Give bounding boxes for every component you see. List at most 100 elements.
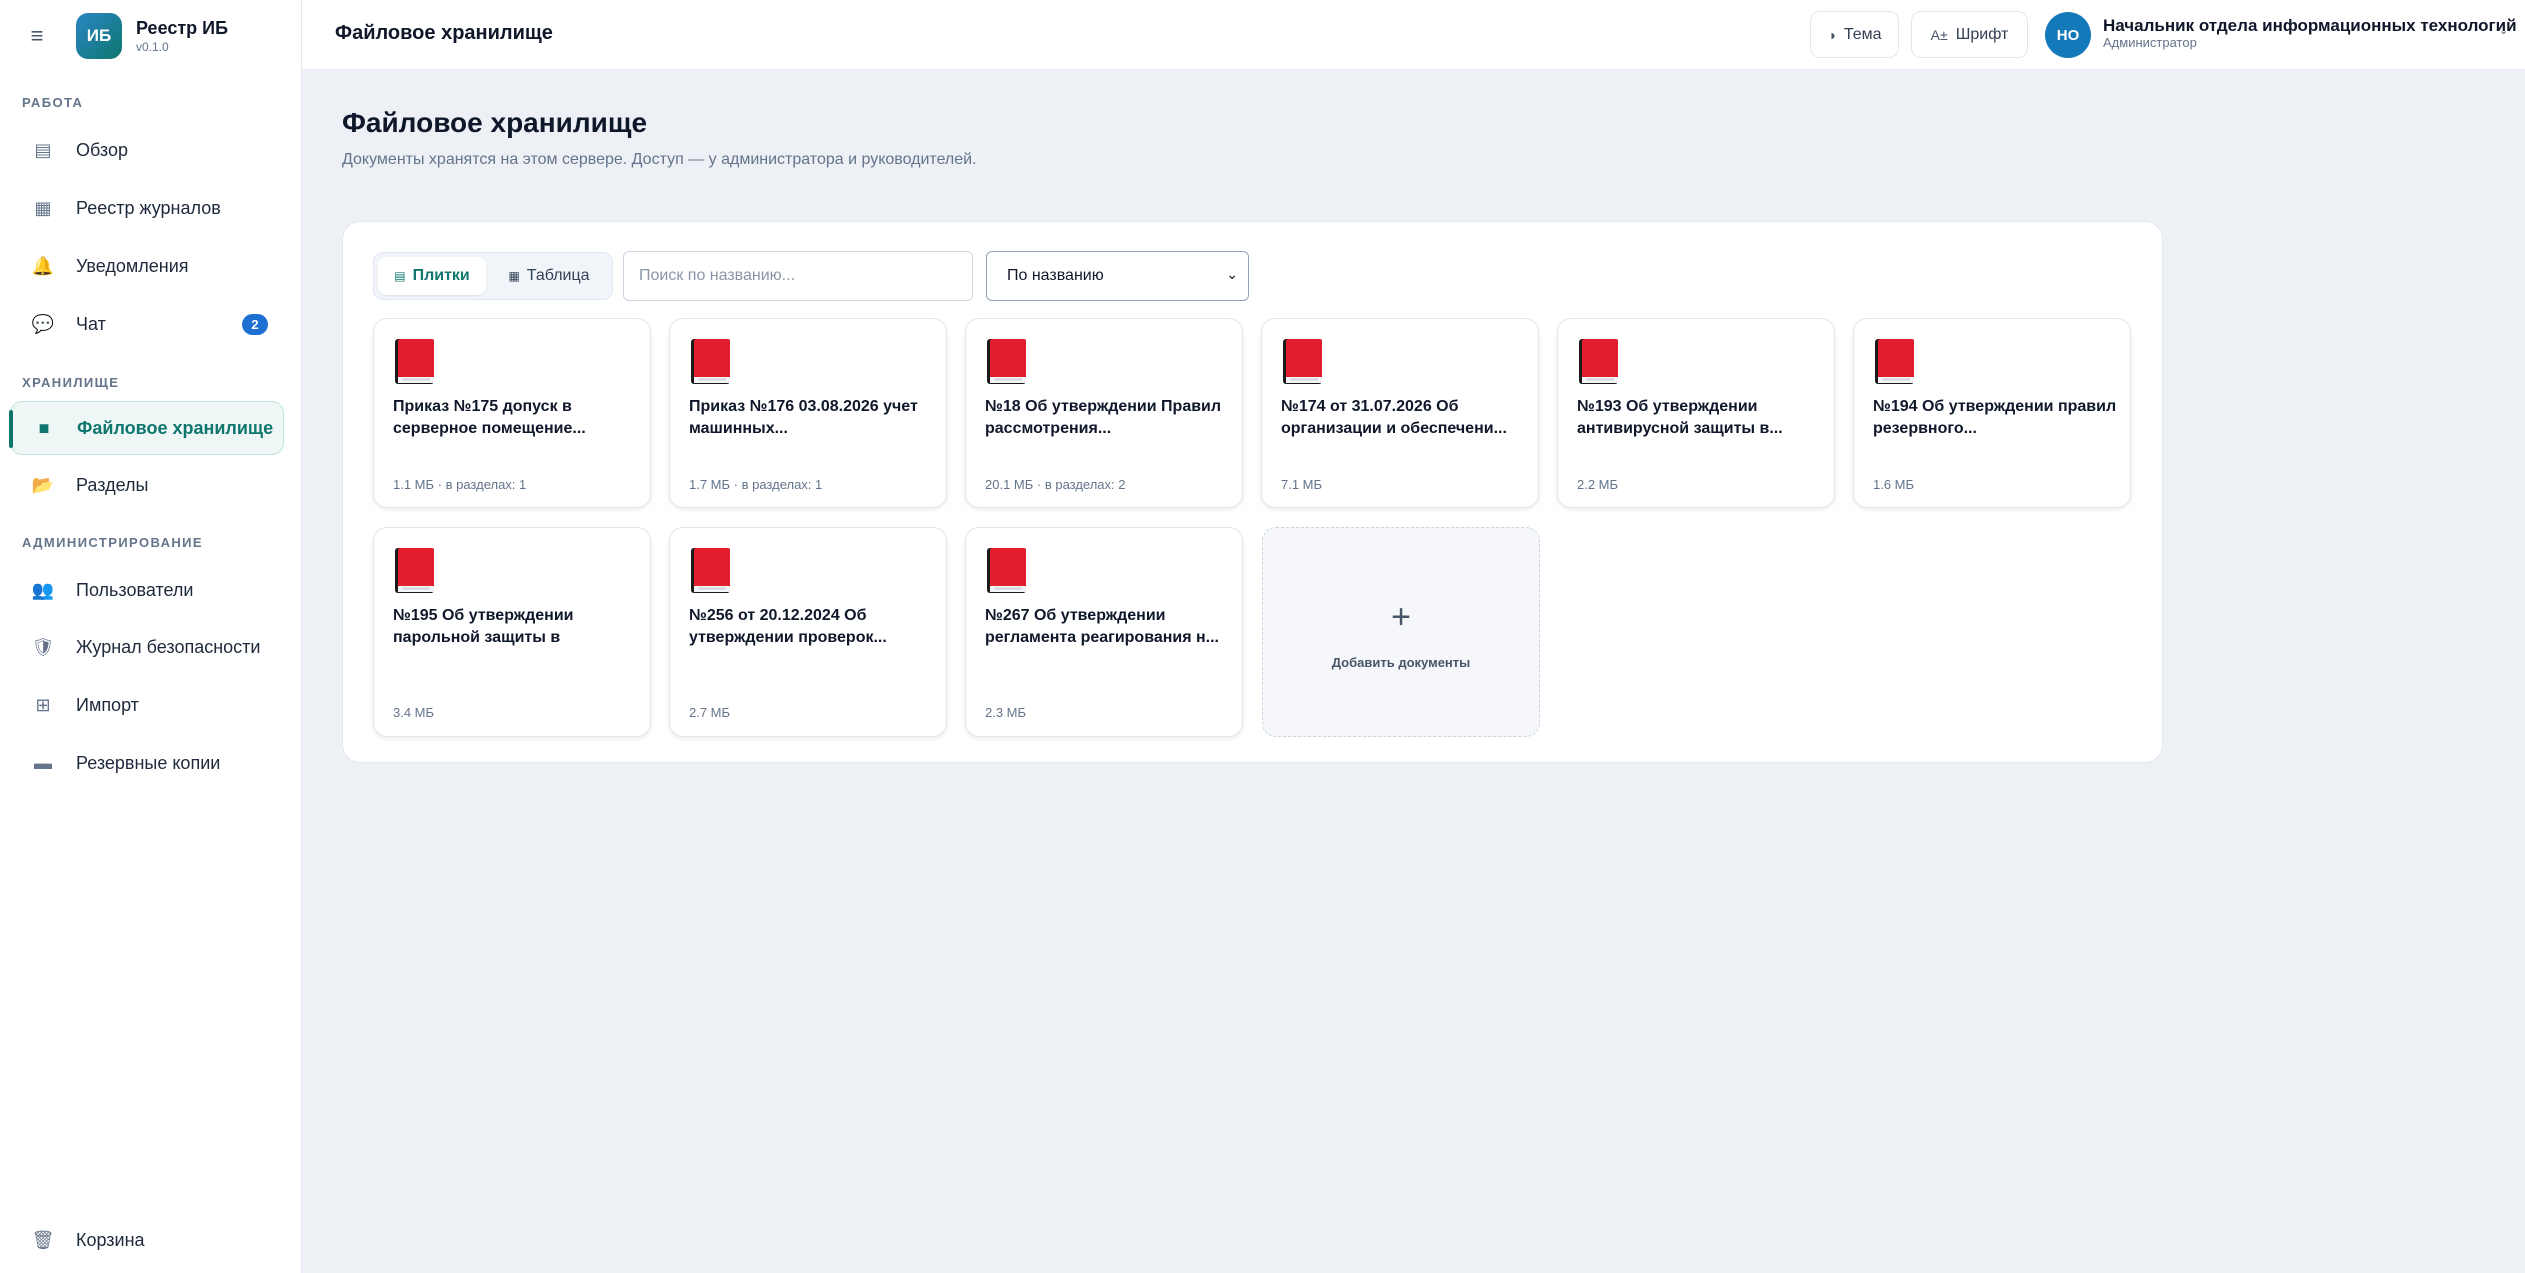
- header-title: Файловое хранилище: [335, 22, 553, 44]
- font-button[interactable]: A± Шрифт: [1911, 11, 2028, 58]
- sidebar-item-backups[interactable]: ▬ Резервные копии: [10, 736, 284, 790]
- chat-unread-badge: 2: [242, 314, 268, 335]
- sidebar-item-label: Файловое хранилище: [77, 417, 274, 438]
- user-avatar[interactable]: НО: [2045, 12, 2091, 58]
- document-card[interactable]: №256 от 20.12.2024 Об утверждении провер…: [669, 527, 947, 737]
- sidebar-item-trash[interactable]: 🗑 Корзина: [10, 1213, 284, 1267]
- user-role: Администратор: [2103, 35, 2197, 50]
- page-title: Файловое хранилище: [342, 107, 648, 138]
- folder-open-icon: 📂: [31, 474, 55, 495]
- page-subtitle: Документы хранятся на этом сервере. Дост…: [342, 151, 977, 168]
- bell-icon: 🔔: [31, 255, 55, 276]
- sidebar-item-users[interactable]: 👥 Пользователи: [10, 563, 284, 617]
- sidebar-item-sections[interactable]: 📂 Разделы: [10, 458, 284, 512]
- book-icon: [985, 337, 1028, 386]
- document-title: №174 от 31.07.2026 Об организации и обес…: [1281, 398, 1507, 437]
- documents-panel: ▤ Плитки ▦ Таблица По названию ⌄ Приказ …: [342, 221, 2163, 763]
- theme-button[interactable]: ◑ Тема: [1810, 11, 1899, 58]
- sidebar-item-label: Разделы: [76, 474, 149, 495]
- sidebar-item-label: Резервные копии: [76, 752, 221, 773]
- sidebar-item-label: Импорт: [76, 694, 139, 715]
- document-card[interactable]: №174 от 31.07.2026 Об организации и обес…: [1261, 318, 1539, 508]
- section-label-storage: ХРАНИЛИЩЕ: [22, 375, 120, 390]
- document-card[interactable]: №193 Об утверждении антивирусной защиты …: [1557, 318, 1835, 508]
- view-table-button[interactable]: ▦ Таблица: [490, 257, 608, 295]
- view-tiles-label: Плитки: [412, 267, 470, 284]
- view-tiles-button[interactable]: ▤ Плитки: [378, 257, 486, 295]
- grid-icon: ▦: [34, 197, 52, 218]
- document-card[interactable]: №195 Об утверждении парольной защиты в 3.…: [373, 527, 651, 737]
- book-icon: [393, 546, 436, 595]
- trash-icon: 🗑: [31, 1229, 55, 1250]
- document-title: №194 Об утверждении правил резервного...: [1873, 398, 2117, 437]
- sort-select[interactable]: По названию ⌄: [986, 251, 1249, 301]
- shield-icon: 🛡: [31, 636, 55, 657]
- document-meta: 1.6 МБ: [1873, 477, 1915, 492]
- users-icon: 👥: [31, 579, 55, 600]
- sidebar-item-label: Уведомления: [76, 255, 189, 276]
- sidebar-item-label: Пользователи: [76, 579, 194, 600]
- document-title: №18 Об утверждении Правил рассмотрения..…: [985, 398, 1222, 437]
- sidebar-item-label: Обзор: [76, 139, 128, 160]
- search-input[interactable]: [623, 251, 973, 301]
- document-meta: 7.1 МБ: [1281, 477, 1323, 492]
- sidebar-item-label: Журнал безопасности: [76, 636, 261, 657]
- plus-icon: +: [1391, 598, 1411, 636]
- user-name[interactable]: Начальник отдела информационных технолог…: [2103, 16, 2517, 36]
- sidebar-item-file-storage[interactable]: ■ Файловое хранилище: [9, 401, 284, 455]
- tiles-icon: ▤: [394, 269, 406, 283]
- brand: ≡ ИБ Реестр ИБ v0.1.0: [22, 8, 228, 64]
- document-card[interactable]: №267 Об утверждении регламента реагирова…: [965, 527, 1243, 737]
- document-meta: 2.2 МБ: [1577, 477, 1619, 492]
- section-label-work: РАБОТА: [22, 95, 84, 110]
- document-title: №267 Об утверждении регламента реагирова…: [985, 607, 1219, 646]
- document-meta: 1.1 МБ · в разделах: 1: [393, 477, 527, 492]
- book-icon: [985, 546, 1028, 595]
- sidebar: ≡ ИБ Реестр ИБ v0.1.0 РАБОТА ▤ Обзор ▦ Р…: [0, 0, 302, 1273]
- document-meta: 20.1 МБ · в разделах: 2: [985, 477, 1126, 492]
- chat-icon: 💬: [31, 313, 55, 334]
- sidebar-item-label: Реестр журналов: [76, 197, 221, 218]
- table-icon: ⊞: [35, 694, 51, 715]
- add-documents-button[interactable]: + Добавить документы: [1262, 527, 1540, 737]
- document-card[interactable]: №194 Об утверждении правил резервного...…: [1853, 318, 2131, 508]
- sort-select-value: По названию: [1007, 267, 1104, 284]
- sidebar-item-import[interactable]: ⊞ Импорт: [10, 678, 284, 732]
- top-header: Файловое хранилище ◑ Тема A± Шрифт НО На…: [302, 0, 2525, 70]
- book-icon: [1577, 337, 1620, 386]
- section-label-admin: АДМИНИСТРИРОВАНИЕ: [22, 535, 203, 550]
- menu-icon[interactable]: ≡: [22, 23, 52, 49]
- document-meta: 2.7 МБ: [689, 705, 731, 720]
- document-card[interactable]: Приказ №175 допуск в серверное помещение…: [373, 318, 651, 508]
- sidebar-item-chat[interactable]: 💬 Чат 2: [10, 297, 284, 351]
- document-meta: 3.4 МБ: [393, 705, 435, 720]
- sidebar-item-label: Корзина: [76, 1229, 145, 1250]
- document-title: №193 Об утверждении антивирусной защиты …: [1577, 398, 1783, 437]
- folder-icon: ■: [38, 417, 50, 438]
- app-version: v0.1.0: [136, 40, 169, 54]
- font-button-label: Шрифт: [1955, 25, 2009, 43]
- add-documents-label: Добавить документы: [1331, 655, 1471, 670]
- chevron-down-icon[interactable]: ⌄: [2499, 24, 2508, 37]
- sidebar-item-journals[interactable]: ▦ Реестр журналов: [10, 181, 284, 235]
- table-icon: ▦: [508, 269, 520, 283]
- book-icon: [689, 546, 732, 595]
- sidebar-item-security-log[interactable]: 🛡 Журнал безопасности: [10, 620, 284, 674]
- book-icon: [1873, 337, 1916, 386]
- document-card[interactable]: №18 Об утверждении Правил рассмотрения..…: [965, 318, 1243, 508]
- theme-button-label: Тема: [1843, 25, 1882, 43]
- sidebar-item-notifications[interactable]: 🔔 Уведомления: [10, 239, 284, 293]
- view-toggle: ▤ Плитки ▦ Таблица: [373, 252, 613, 300]
- document-title: Приказ №176 03.08.2026 учет машинных...: [689, 398, 918, 437]
- book-icon: [1281, 337, 1324, 386]
- chevron-down-icon: ⌄: [1226, 266, 1238, 282]
- document-title: Приказ №175 допуск в серверное помещение…: [393, 398, 586, 437]
- view-table-label: Таблица: [526, 267, 590, 284]
- document-card[interactable]: Приказ №176 03.08.2026 учет машинных... 1…: [669, 318, 947, 508]
- backup-icon: ▬: [34, 752, 52, 773]
- contrast-icon: ◑: [1827, 26, 1836, 43]
- document-title: №195 Об утверждении парольной защиты в: [393, 607, 574, 646]
- sidebar-item-label: Чат: [76, 313, 106, 334]
- sidebar-item-overview[interactable]: ▤ Обзор: [10, 123, 284, 177]
- app-logo[interactable]: ИБ: [76, 13, 122, 59]
